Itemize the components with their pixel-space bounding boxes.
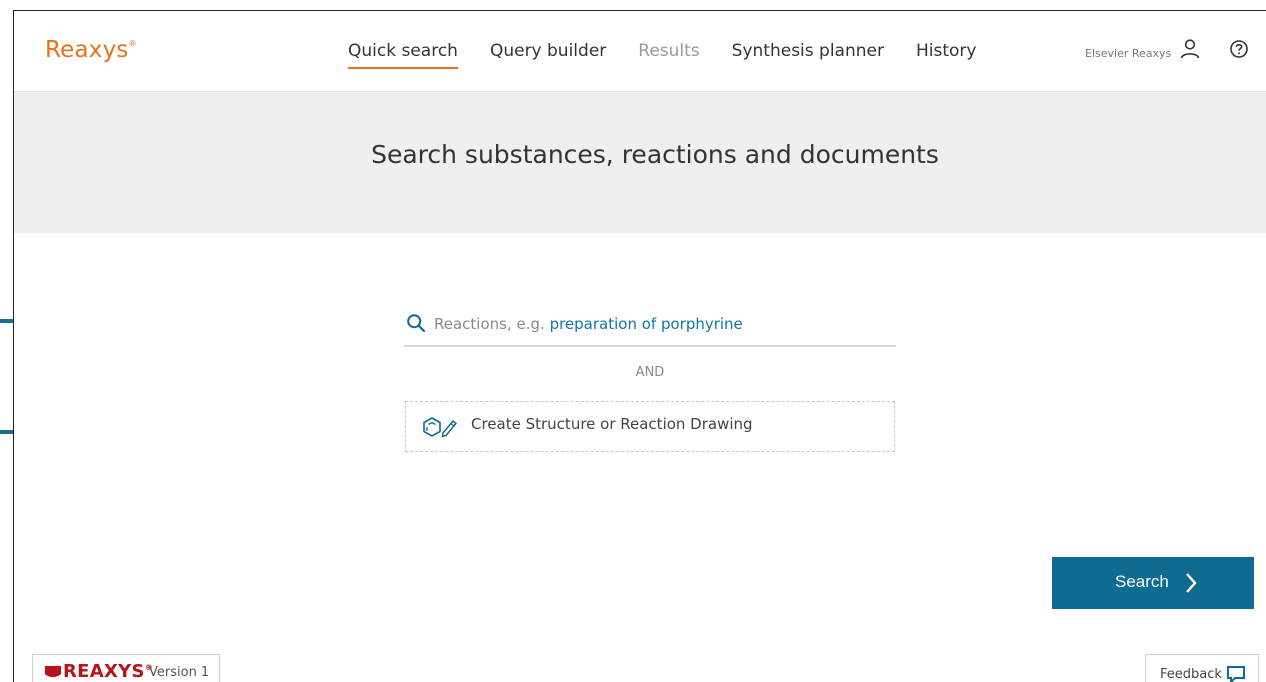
feedback-button[interactable]: Feedback xyxy=(1145,654,1259,682)
create-drawing-label: Create Structure or Reaction Drawing xyxy=(471,415,753,433)
help-icon[interactable] xyxy=(1229,39,1249,59)
nav-quick-search[interactable]: Quick search xyxy=(348,41,458,69)
structure-editor-icon xyxy=(423,417,458,438)
and-connector: AND xyxy=(635,365,665,380)
reaxys-brand-icon xyxy=(45,666,61,677)
nav-query-builder[interactable]: Query builder xyxy=(490,41,606,69)
logo-mark: ® xyxy=(128,39,137,48)
nav-history[interactable]: History xyxy=(916,41,976,69)
page-title: Search substances, reactions and documen… xyxy=(371,140,939,169)
reaxys-logo[interactable]: Reaxys® xyxy=(45,37,137,63)
user-icon[interactable] xyxy=(1179,38,1201,60)
version-label: Version 1 xyxy=(149,665,210,680)
search-button[interactable]: Search xyxy=(1052,557,1254,609)
search-icon xyxy=(407,314,426,333)
create-drawing-button[interactable]: Create Structure or Reaction Drawing xyxy=(405,401,895,452)
nav-synthesis-planner[interactable]: Synthesis planner xyxy=(732,41,884,69)
top-header: Reaxys® Quick search Query builder Resul… xyxy=(14,11,1266,92)
feedback-label: Feedback xyxy=(1160,667,1222,682)
search-button-label: Search xyxy=(1115,572,1169,591)
main-nav: Quick search Query builder Results Synth… xyxy=(348,41,1008,69)
brand-text: REAXYS xyxy=(63,661,145,682)
placeholder-prefix: Reactions, e.g. xyxy=(434,315,550,333)
hero-banner: Search substances, reactions and documen… xyxy=(14,92,1266,233)
search-input[interactable]: Reactions, e.g. preparation of porphyrin… xyxy=(404,305,896,347)
app-window: Reaxys® Quick search Query builder Resul… xyxy=(13,10,1266,682)
placeholder-example: preparation of porphyrine xyxy=(549,315,743,333)
brand-wordmark: REAXYS® xyxy=(63,661,153,682)
chevron-right-icon xyxy=(1186,573,1197,593)
nav-results[interactable]: Results xyxy=(638,41,699,69)
account-name[interactable]: Elsevier Reaxys xyxy=(1085,47,1171,60)
logo-text: Reaxys xyxy=(45,37,129,63)
speech-bubble-icon xyxy=(1227,666,1245,682)
search-placeholder: Reactions, e.g. preparation of porphyrin… xyxy=(434,315,743,333)
version-badge: REAXYS® Version 1 xyxy=(32,654,220,682)
